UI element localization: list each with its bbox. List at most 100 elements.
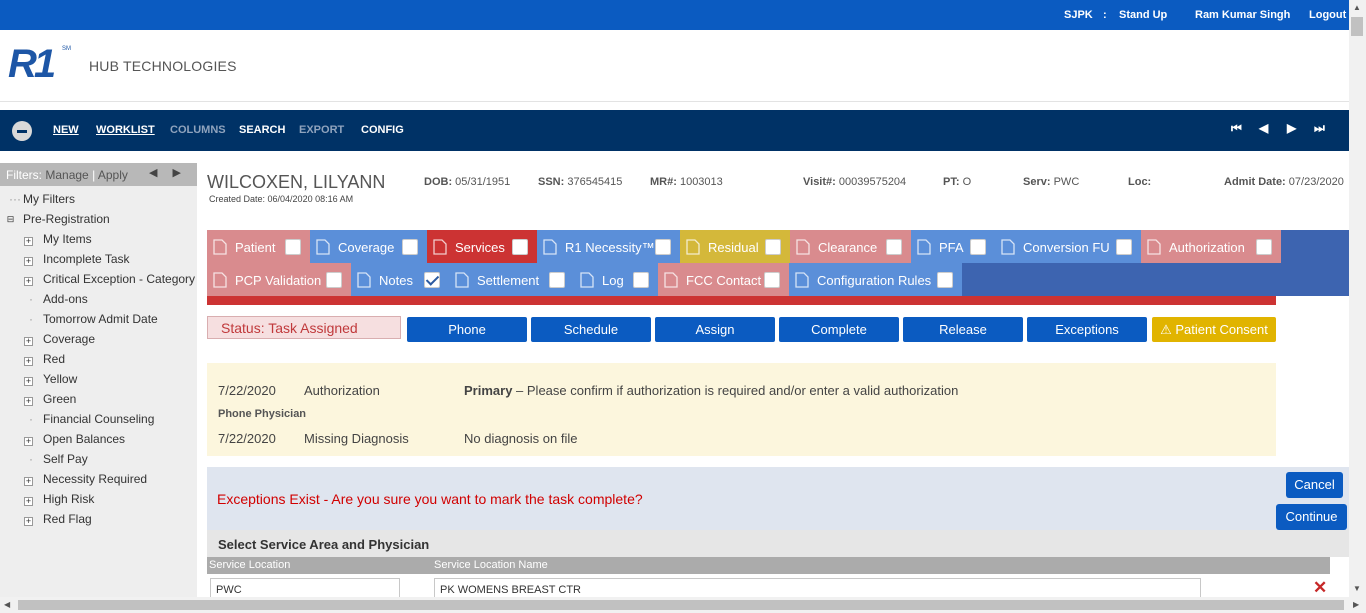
first-page-icon[interactable]: ⏮ (1231, 121, 1242, 136)
tab-checkbox[interactable] (764, 272, 780, 288)
horizontal-scrollbar[interactable]: ◀ ▶ (0, 597, 1366, 613)
last-page-icon[interactable]: ⏭ (1314, 121, 1325, 136)
expand-icon[interactable]: + (24, 517, 33, 526)
scroll-left-icon[interactable]: ◀ (4, 600, 10, 609)
tab-residual[interactable]: Residual (680, 230, 790, 263)
nav-new[interactable]: NEW (53, 124, 79, 136)
tab-checkbox[interactable] (424, 272, 440, 288)
tab-log[interactable]: Log (574, 263, 658, 296)
tab-checkbox[interactable] (970, 239, 986, 255)
sidebar-item[interactable]: Coverage (43, 332, 95, 346)
release-button[interactable]: Release (903, 317, 1023, 342)
patient-consent-button[interactable]: ⚠ Patient Consent (1152, 317, 1276, 342)
continue-button[interactable]: Continue (1276, 504, 1347, 530)
cancel-button[interactable]: Cancel (1286, 472, 1343, 498)
expand-icon[interactable]: + (24, 397, 33, 406)
collapse-root-icon[interactable]: ⊟ (6, 215, 15, 225)
expand-icon[interactable]: + (24, 237, 33, 246)
prev-page-icon[interactable]: ◀ (1259, 121, 1268, 135)
expand-icon[interactable]: + (24, 497, 33, 506)
tab-checkbox[interactable] (1116, 239, 1132, 255)
phone-button[interactable]: Phone (407, 317, 527, 342)
sidebar-item[interactable]: Open Balances (43, 432, 125, 446)
collapse-arrows-icon[interactable]: ◀ ▶ (149, 166, 187, 179)
manage-link[interactable]: Manage (45, 168, 88, 182)
sidebar-item[interactable]: High Risk (43, 492, 94, 506)
tab-checkbox[interactable] (937, 272, 953, 288)
nav-worklist[interactable]: WORKLIST (96, 124, 155, 136)
tab-settlement[interactable]: Settlement (449, 263, 574, 296)
tab-checkbox[interactable] (285, 239, 301, 255)
sidebar-item[interactable]: Yellow (43, 372, 77, 386)
scroll-up-icon[interactable]: ▲ (1353, 3, 1361, 12)
tab-authorization[interactable]: Authorization (1141, 230, 1281, 263)
sidebar-item[interactable]: Necessity Required (43, 472, 147, 486)
sidebar-item[interactable]: Add-ons (43, 292, 88, 306)
tab-services[interactable]: Services (427, 230, 537, 263)
expand-icon[interactable]: + (24, 377, 33, 386)
patient-field-value: 376545415 (567, 176, 623, 188)
tab-notes[interactable]: Notes (351, 263, 449, 296)
logout-link[interactable]: Logout (1309, 9, 1346, 21)
sidebar-item[interactable]: Critical Exception - Category (43, 272, 195, 286)
expand-icon[interactable]: + (24, 477, 33, 486)
scroll-down-icon[interactable]: ▼ (1353, 584, 1361, 593)
tab-checkbox[interactable] (765, 239, 781, 255)
tab-label: Log (602, 273, 624, 288)
complete-button[interactable]: Complete (779, 317, 899, 342)
scroll-right-icon[interactable]: ▶ (1353, 600, 1359, 609)
tab-conversion-fu[interactable]: Conversion FU (995, 230, 1141, 263)
tab-checkbox[interactable] (655, 239, 671, 255)
sidebar-item[interactable]: Green (43, 392, 76, 406)
expand-icon[interactable]: + (24, 277, 33, 286)
sidebar-item[interactable]: Tomorrow Admit Date (43, 312, 158, 326)
expand-icon[interactable]: + (24, 357, 33, 366)
filters-divider: | (92, 168, 96, 182)
tab-patient[interactable]: Patient (207, 230, 310, 263)
vertical-scrollbar[interactable]: ▲ ▼ (1349, 0, 1366, 597)
tab-checkbox[interactable] (402, 239, 418, 255)
exceptions-button[interactable]: Exceptions (1027, 317, 1147, 342)
assign-button[interactable]: Assign (655, 317, 775, 342)
tab-coverage[interactable]: Coverage (310, 230, 427, 263)
vertical-scroll-thumb[interactable] (1351, 17, 1363, 36)
tab-checkbox[interactable] (512, 239, 528, 255)
horizontal-scroll-thumb[interactable] (18, 600, 1344, 610)
notice-group: Phone Physician (218, 408, 307, 420)
collapse-toggle-icon[interactable] (12, 121, 32, 141)
tab-clearance[interactable]: Clearance (790, 230, 911, 263)
expand-icon[interactable]: + (24, 337, 33, 346)
tab-configuration-rules[interactable]: Configuration Rules (789, 263, 962, 296)
sidebar-item[interactable]: My Items (43, 232, 92, 246)
nav-search[interactable]: SEARCH (239, 124, 285, 136)
nav-config[interactable]: CONFIG (361, 124, 404, 136)
pre-registration-node[interactable]: Pre-Registration (23, 212, 110, 226)
next-page-icon[interactable]: ▶ (1287, 121, 1296, 135)
delete-icon[interactable]: ✕ (1313, 578, 1327, 598)
site-code[interactable]: SJPK (1064, 9, 1093, 21)
expand-icon[interactable]: + (24, 257, 33, 266)
sidebar-item[interactable]: Red (43, 352, 65, 366)
patient-consent-label: Patient Consent (1175, 322, 1268, 337)
sidebar-item[interactable]: Self Pay (43, 452, 88, 466)
tab-checkbox[interactable] (549, 272, 565, 288)
apply-link[interactable]: Apply (98, 168, 128, 182)
my-filters-node[interactable]: My Filters (23, 192, 75, 206)
tab-checkbox[interactable] (886, 239, 902, 255)
tab-checkbox[interactable] (1256, 239, 1272, 255)
expand-icon[interactable]: + (24, 437, 33, 446)
standup-link[interactable]: Stand Up (1119, 9, 1167, 21)
sidebar-item[interactable]: Incomplete Task (43, 252, 130, 266)
schedule-button[interactable]: Schedule (531, 317, 651, 342)
sidebar-item[interactable]: Financial Counseling (43, 412, 154, 426)
patient-field-value: O (962, 176, 972, 188)
tab-checkbox[interactable] (326, 272, 342, 288)
tree-leaf-dot: · (29, 412, 33, 426)
tab-fcc-contact[interactable]: FCC Contact (658, 263, 789, 296)
tab-pcp-validation[interactable]: PCP Validation (207, 263, 351, 296)
sidebar-item[interactable]: Red Flag (43, 512, 92, 526)
tab-r1-necessity[interactable]: R1 Necessity™ (537, 230, 680, 263)
user-name[interactable]: Ram Kumar Singh (1195, 9, 1290, 21)
tab-checkbox[interactable] (633, 272, 649, 288)
tab-pfa[interactable]: PFA (911, 230, 995, 263)
